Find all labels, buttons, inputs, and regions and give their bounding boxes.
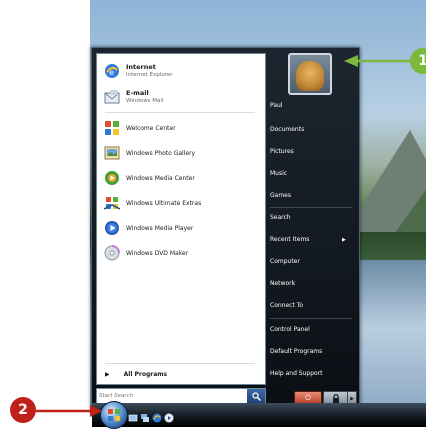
windows-logo-icon bbox=[108, 409, 120, 421]
windows-flag-icon bbox=[103, 119, 121, 137]
pinned-item-subtitle: Internet Explorer bbox=[126, 72, 173, 78]
quick-launch-internet-explorer-icon[interactable] bbox=[152, 408, 162, 423]
callout-arrow bbox=[344, 55, 412, 67]
program-item-ultimate-extras[interactable]: Windows Ultimate Extras bbox=[103, 190, 259, 216]
chevron-right-icon: ▶ bbox=[342, 237, 346, 243]
media-player-icon bbox=[103, 219, 121, 237]
menu-separator bbox=[270, 207, 352, 208]
right-item-pictures[interactable]: Pictures bbox=[270, 148, 294, 155]
dog-picture bbox=[296, 61, 324, 91]
right-item-documents[interactable]: Documents bbox=[270, 126, 304, 133]
mail-icon bbox=[103, 88, 121, 106]
right-item-computer[interactable]: Computer bbox=[270, 258, 300, 265]
menu-separator bbox=[105, 112, 255, 113]
triangle-right-icon: ▶ bbox=[350, 395, 354, 402]
media-center-icon bbox=[103, 169, 121, 187]
program-label: Windows Media Player bbox=[126, 224, 194, 232]
program-label: Windows DVD Maker bbox=[126, 249, 189, 257]
callout-arrow bbox=[36, 405, 102, 417]
right-item-search[interactable]: Search bbox=[270, 214, 291, 221]
program-label: Welcome Center bbox=[126, 124, 176, 132]
power-icon: ⏻ bbox=[305, 394, 311, 402]
program-label: Windows Media Center bbox=[126, 174, 195, 182]
all-programs-button[interactable]: ▶ All Programs bbox=[103, 367, 259, 381]
pinned-item-title: Internet bbox=[126, 63, 156, 71]
svg-text:e: e bbox=[109, 68, 114, 77]
dvd-maker-icon bbox=[103, 244, 121, 262]
pinned-item-email[interactable]: E-mail Windows Mail bbox=[103, 84, 259, 110]
right-item-control-panel[interactable]: Control Panel bbox=[270, 326, 310, 333]
user-avatar[interactable] bbox=[288, 53, 332, 95]
menu-separator bbox=[105, 363, 255, 364]
internet-explorer-icon: e bbox=[103, 62, 121, 80]
start-menu: e Internet Internet Explorer E-mail Wind… bbox=[91, 47, 360, 413]
mountain-shape bbox=[390, 170, 426, 240]
quick-launch-media-player-icon[interactable] bbox=[164, 408, 174, 423]
lock-icon bbox=[333, 394, 339, 403]
right-item-music[interactable]: Music bbox=[270, 170, 287, 177]
start-button[interactable] bbox=[100, 401, 128, 429]
right-item-connect-to[interactable]: Connect To bbox=[270, 302, 303, 309]
program-item-photo-gallery[interactable]: Windows Photo Gallery bbox=[103, 140, 259, 166]
right-item-user[interactable]: Paul bbox=[270, 102, 283, 109]
program-label: Windows Photo Gallery bbox=[126, 149, 196, 157]
pinned-item-subtitle: Windows Mail bbox=[126, 98, 164, 104]
program-item-media-player[interactable]: Windows Media Player bbox=[103, 215, 259, 241]
photo-gallery-icon bbox=[103, 144, 121, 162]
menu-separator bbox=[270, 318, 352, 319]
quick-launch-switch-windows-icon[interactable] bbox=[140, 408, 150, 422]
ultimate-extras-icon bbox=[103, 194, 121, 212]
search-icon[interactable] bbox=[247, 389, 265, 404]
callout-number-two: 2 bbox=[10, 397, 36, 423]
right-item-games[interactable]: Games bbox=[270, 192, 291, 199]
program-label: Windows Ultimate Extras bbox=[126, 199, 202, 207]
search-input[interactable] bbox=[99, 389, 239, 403]
start-menu-left-panel: e Internet Internet Explorer E-mail Wind… bbox=[96, 53, 266, 385]
program-item-media-center[interactable]: Windows Media Center bbox=[103, 165, 259, 191]
pinned-item-internet[interactable]: e Internet Internet Explorer bbox=[103, 58, 259, 84]
pinned-item-title: E-mail bbox=[126, 89, 149, 97]
all-programs-label: All Programs bbox=[123, 370, 168, 378]
program-item-welcome-center[interactable]: Welcome Center bbox=[103, 115, 259, 141]
triangle-right-icon: ▶ bbox=[105, 370, 110, 378]
right-item-help-support[interactable]: Help and Support bbox=[270, 370, 323, 377]
right-item-recent-items[interactable]: Recent Items bbox=[270, 236, 309, 243]
program-item-dvd-maker[interactable]: Windows DVD Maker bbox=[103, 240, 259, 266]
right-item-network[interactable]: Network bbox=[270, 280, 295, 287]
right-item-default-programs[interactable]: Default Programs bbox=[270, 348, 322, 355]
quick-launch-desktop-icon[interactable] bbox=[128, 408, 138, 422]
